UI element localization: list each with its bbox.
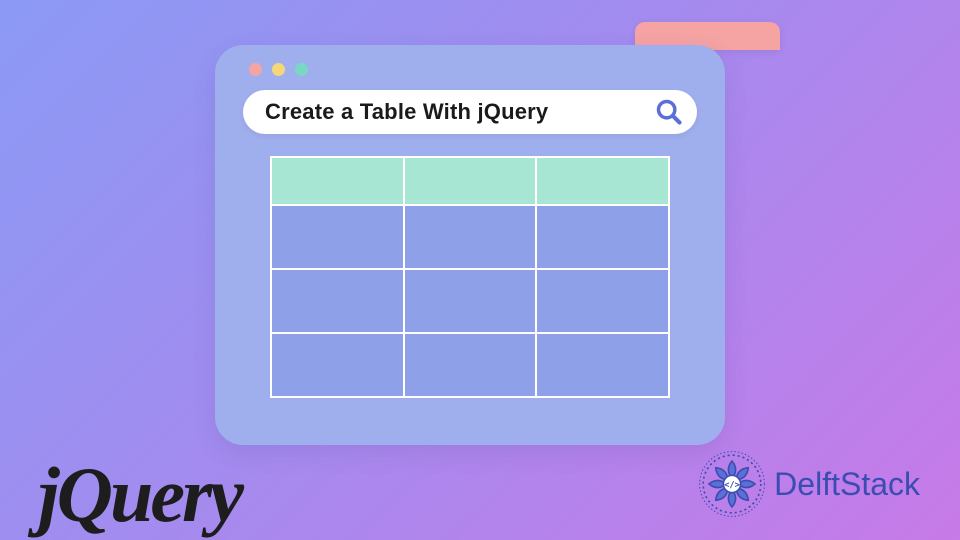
jquery-logo-text: jQuery [38, 451, 241, 538]
mandala-icon: </> [696, 448, 768, 520]
table-row [271, 333, 669, 397]
table-cell [404, 269, 537, 333]
table-cell [271, 205, 404, 269]
table-cell [271, 269, 404, 333]
traffic-lights [249, 63, 697, 76]
table-header-row [271, 157, 669, 205]
table-wrap [243, 156, 697, 398]
delftstack-text: DelftStack [774, 466, 920, 503]
search-text: Create a Table With jQuery [265, 99, 655, 125]
table-cell [404, 205, 537, 269]
table-header-cell [536, 157, 669, 205]
jquery-logo: jQuery [38, 456, 241, 534]
table-header-cell [271, 157, 404, 205]
table-cell [536, 205, 669, 269]
search-bar[interactable]: Create a Table With jQuery [243, 90, 697, 134]
search-icon [655, 98, 683, 126]
table-cell [536, 333, 669, 397]
svg-text:</>: </> [724, 481, 740, 491]
table-row [271, 205, 669, 269]
table-cell [271, 333, 404, 397]
example-table [270, 156, 670, 398]
delftstack-logo: </> DelftStack [696, 448, 920, 520]
table-header-cell [404, 157, 537, 205]
minimize-dot [272, 63, 285, 76]
table-cell [536, 269, 669, 333]
close-dot [249, 63, 262, 76]
table-row [271, 269, 669, 333]
table-cell [404, 333, 537, 397]
maximize-dot [295, 63, 308, 76]
browser-window: Create a Table With jQuery [215, 45, 725, 445]
